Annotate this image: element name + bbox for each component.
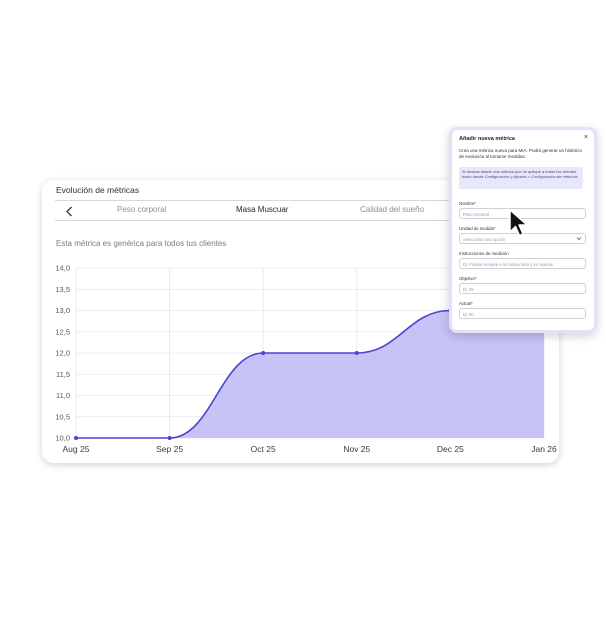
x-tick-label: Sep 25 <box>156 444 183 454</box>
mouse-pointer-icon <box>509 209 528 237</box>
goal-label: Objetivo* <box>459 276 477 281</box>
y-tick-label: 13,5 <box>55 285 70 294</box>
goal-placeholder: Ej: 65 <box>463 286 474 292</box>
goal-input[interactable]: Ej: 65 <box>459 283 586 294</box>
name-placeholder: Peso corporal <box>463 211 489 217</box>
y-tick-label: 12,5 <box>55 327 70 336</box>
unit-label: Unidad de medida* <box>459 226 496 231</box>
x-tick-label: Jan 26 <box>531 444 557 454</box>
settings-link[interactable]: Configuración y Ajustes > Configuración … <box>485 174 578 179</box>
instructions-placeholder: Ej: Pésate siempre a la misma hora y en … <box>463 261 553 267</box>
y-tick-label: 14,0 <box>55 264 70 273</box>
current-input[interactable]: Ej: 60 <box>459 308 586 319</box>
data-point <box>261 351 266 355</box>
current-label: Actual* <box>459 301 473 306</box>
y-tick-label: 10,0 <box>55 434 70 443</box>
name-label: Nombre* <box>459 201 476 206</box>
x-tick-label: Oct 25 <box>251 444 276 454</box>
data-point <box>354 351 359 355</box>
unit-placeholder: Selecciona una opción <box>463 236 506 242</box>
y-tick-label: 11,5 <box>56 370 70 379</box>
chevron-down-icon <box>576 237 582 241</box>
x-tick-label: Nov 25 <box>343 444 370 454</box>
x-tick-label: Aug 25 <box>63 444 90 454</box>
close-icon[interactable]: × <box>584 134 588 142</box>
modal-title: Añadir nueva métrica <box>459 136 515 142</box>
y-tick-label: 12,0 <box>55 349 70 358</box>
y-tick-label: 10,5 <box>55 412 70 421</box>
y-tick-label: 13,0 <box>55 306 70 315</box>
instructions-input[interactable]: Ej: Pésate siempre a la misma hora y en … <box>459 258 586 269</box>
data-point <box>167 436 172 440</box>
current-placeholder: Ej: 60 <box>463 311 474 317</box>
data-point <box>74 436 78 440</box>
info-banner: Si deseas añadir una métrica que se apli… <box>459 167 583 189</box>
y-tick-label: 11,0 <box>56 391 70 400</box>
modal-description: Crea una métrica nueva para MIA. Podrá g… <box>459 148 583 159</box>
instructions-label: Instrucciones de medición <box>459 251 509 256</box>
x-tick-label: Dec 25 <box>437 444 464 454</box>
